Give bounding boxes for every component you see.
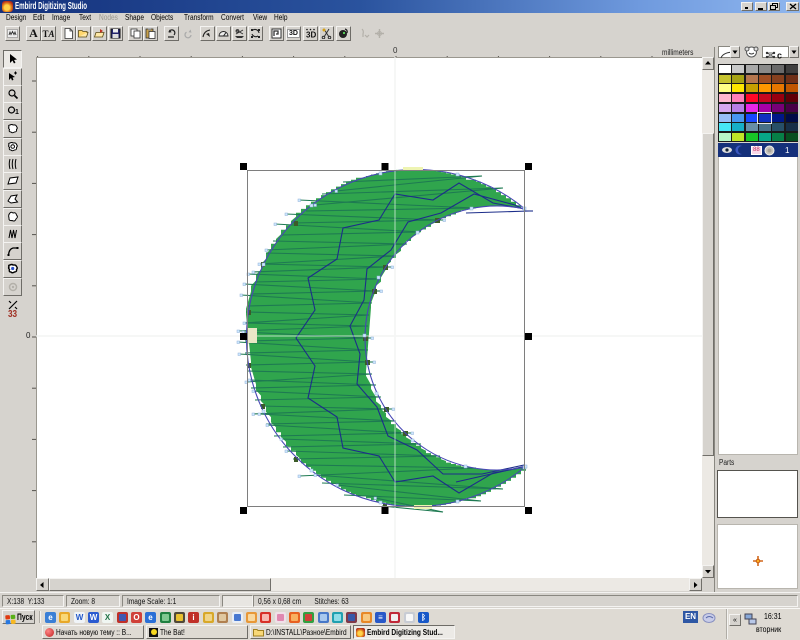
svg-text:c: c [777, 51, 782, 61]
svg-text:1: 1 [15, 109, 19, 116]
svg-text:3D: 3D [306, 31, 316, 40]
